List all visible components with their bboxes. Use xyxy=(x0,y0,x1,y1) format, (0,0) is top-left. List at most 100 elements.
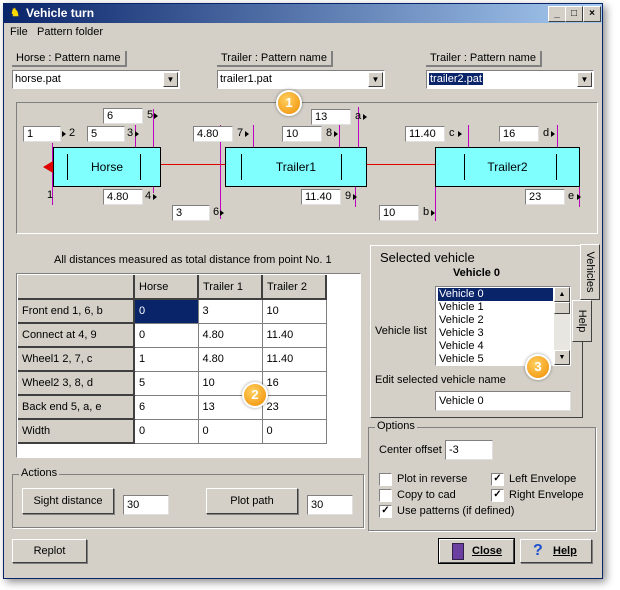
replot-button[interactable]: Replot xyxy=(12,539,87,563)
horse-pattern-label: Horse : Pattern name xyxy=(12,51,127,67)
distance-grid: Horse Trailer 1 Trailer 2 Front end 1, 6… xyxy=(18,275,327,444)
table-cell[interactable]: 23 xyxy=(262,395,327,420)
right-envelope-label: Right Envelope xyxy=(509,489,584,501)
menu-pattern-folder[interactable]: Pattern folder xyxy=(37,26,103,38)
list-item[interactable]: Vehicle 2 xyxy=(438,314,553,327)
trailer2-wheel1-field[interactable]: 23 xyxy=(525,189,565,205)
row-label: Wheel1 2, 7, c xyxy=(18,347,135,372)
scroll-thumb[interactable] xyxy=(554,302,570,314)
left-envelope-checkbox[interactable]: ✓ xyxy=(491,473,504,486)
table-cell[interactable]: 0 xyxy=(134,323,199,348)
list-item[interactable]: Vehicle 1 xyxy=(438,301,553,314)
chevron-down-icon[interactable]: ▼ xyxy=(577,72,592,87)
table-cell[interactable]: 1 xyxy=(134,347,199,372)
left-envelope-label: Left Envelope xyxy=(509,473,577,485)
help-button-label: Help xyxy=(553,545,577,557)
point-marker-icon xyxy=(220,210,224,216)
point-1-mark: 1 xyxy=(47,189,54,201)
point-marker-icon xyxy=(245,131,249,137)
list-item[interactable]: Vehicle 4 xyxy=(438,340,553,353)
vehicle-name-field[interactable]: Vehicle 0 xyxy=(435,391,571,411)
edit-vehicle-name-label: Edit selected vehicle name xyxy=(375,374,506,386)
point-marker-icon xyxy=(431,210,435,216)
table-cell[interactable]: 0 xyxy=(262,419,327,444)
table-cell[interactable]: 0 xyxy=(134,299,199,324)
horse-back-field[interactable]: 6 xyxy=(103,108,143,124)
center-offset-field[interactable]: -3 xyxy=(445,440,493,460)
point-8-mark: 8 xyxy=(326,127,333,139)
plot-reverse-checkbox[interactable] xyxy=(379,473,392,486)
trailer1-wheel2-field[interactable]: 10 xyxy=(282,126,322,142)
list-item[interactable]: Vehicle 0 xyxy=(437,287,554,302)
row-label: Width xyxy=(18,419,135,444)
question-icon: ? xyxy=(533,542,543,559)
list-scrollbar[interactable]: ▲ ▼ xyxy=(554,287,570,365)
chevron-down-icon[interactable]: ▼ xyxy=(368,72,383,87)
trailer1-pattern-select[interactable]: trailer1.pat ▼ xyxy=(217,70,385,89)
right-envelope-checkbox[interactable]: ✓ xyxy=(491,489,504,502)
table-cell[interactable]: 16 xyxy=(262,371,327,396)
menu-file[interactable]: File xyxy=(10,26,28,38)
trailer2-back-field[interactable]: 16 xyxy=(499,126,539,142)
copy-cad-label: Copy to cad xyxy=(397,489,456,501)
horse-wheel2-field[interactable]: 5 xyxy=(87,126,125,142)
plot-path-button[interactable]: Plot path xyxy=(206,488,298,514)
table-row: Wheel1 2, 7, c 1 4.80 11.40 xyxy=(18,347,327,372)
use-patterns-checkbox[interactable]: ✓ xyxy=(379,505,392,518)
minimize-button[interactable]: _ xyxy=(548,6,566,22)
trailer1-pattern-value: trailer1.pat xyxy=(220,73,272,85)
table-cell[interactable]: 11.40 xyxy=(262,323,327,348)
scroll-up-icon[interactable]: ▲ xyxy=(554,287,570,302)
sight-distance-field[interactable]: 30 xyxy=(123,495,169,515)
trailer2-front-field[interactable]: 10 xyxy=(379,205,419,221)
tab-help[interactable]: Help xyxy=(572,300,592,342)
horse-connect-field[interactable]: 4.80 xyxy=(103,189,143,205)
table-cell[interactable]: 0 xyxy=(134,419,199,444)
trailer2-pattern-select[interactable]: trailer2.pat ▼ xyxy=(426,70,594,89)
point-marker-icon xyxy=(577,194,581,200)
table-corner xyxy=(18,275,135,300)
close-button[interactable]: Close xyxy=(438,538,515,564)
plot-reverse-label: Plot in reverse xyxy=(397,473,468,485)
hitch-line xyxy=(157,164,225,165)
plot-path-field[interactable]: 30 xyxy=(307,495,353,515)
horse-front-field[interactable]: 1 xyxy=(23,126,61,142)
point-b-mark: b xyxy=(423,206,430,218)
title-bar: ♞ Vehicle turn _ □ × xyxy=(4,4,602,23)
direction-arrow-icon xyxy=(43,161,53,173)
door-icon xyxy=(452,543,464,560)
trailer2-connect-field[interactable]: 11.40 xyxy=(405,126,445,142)
trailer1-wheel1-field[interactable]: 11.40 xyxy=(301,189,341,205)
table-cell[interactable]: 6 xyxy=(134,395,199,420)
table-cell[interactable]: 4.80 xyxy=(198,323,263,348)
scroll-down-icon[interactable]: ▼ xyxy=(554,350,570,365)
tab-vehicles[interactable]: Vehicles xyxy=(580,244,600,300)
trailer2-pattern-label: Trailer : Pattern name xyxy=(426,51,542,67)
sight-distance-button[interactable]: Sight distance xyxy=(22,488,114,514)
list-item[interactable]: Vehicle 3 xyxy=(438,327,553,340)
trailer1-connect-field[interactable]: 4.80 xyxy=(193,126,233,142)
trailer1-box-label: Trailer1 xyxy=(275,160,317,174)
vehicle-diagram: Horse Trailer1 Trailer2 6 5 1 2 5 3 4.80… xyxy=(16,102,598,234)
help-button[interactable]: ? Help xyxy=(520,539,592,563)
point-9-mark: 9 xyxy=(345,190,352,202)
close-window-button[interactable]: × xyxy=(583,6,601,22)
header-trailer2: Trailer 2 xyxy=(262,275,327,300)
point-6-mark: 6 xyxy=(213,206,220,218)
trailer1-back-field[interactable]: 13 xyxy=(311,109,351,125)
copy-cad-checkbox[interactable] xyxy=(379,489,392,502)
vehicle-list[interactable]: Vehicle 0 Vehicle 1 Vehicle 2 Vehicle 3 … xyxy=(435,286,571,366)
table-cell[interactable]: 10 xyxy=(262,299,327,324)
table-cell[interactable]: 3 xyxy=(198,299,263,324)
point-marker-icon xyxy=(62,131,66,137)
tab-help-label: Help xyxy=(576,309,588,333)
table-cell[interactable]: 4.80 xyxy=(198,347,263,372)
horse-pattern-select[interactable]: horse.pat ▼ xyxy=(12,70,180,89)
maximize-button[interactable]: □ xyxy=(565,6,583,22)
trailer1-front-field[interactable]: 3 xyxy=(172,205,210,221)
point-c-mark: c xyxy=(449,127,455,139)
chevron-down-icon[interactable]: ▼ xyxy=(163,72,178,87)
table-cell[interactable]: 5 xyxy=(134,371,199,396)
table-cell[interactable]: 0 xyxy=(198,419,263,444)
table-cell[interactable]: 11.40 xyxy=(262,347,327,372)
